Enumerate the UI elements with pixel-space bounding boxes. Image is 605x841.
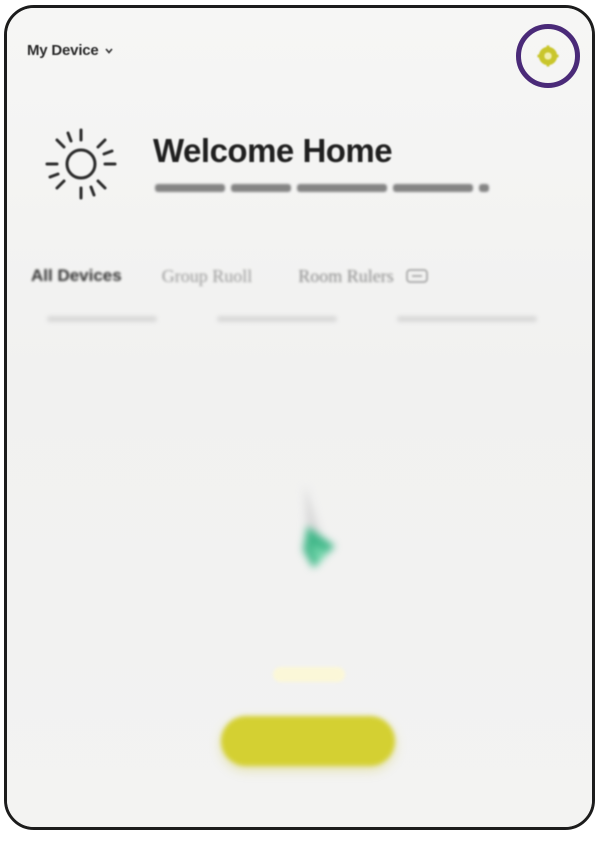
more-tabs-icon[interactable] xyxy=(406,268,428,284)
app-screen: My Device Welcome Home All Devices Group… xyxy=(7,8,592,827)
tab-subtitles xyxy=(47,316,567,330)
device-tabs: All Devices Group Ruoll Room Rulers xyxy=(31,258,591,294)
tab-group[interactable]: Group Ruoll xyxy=(162,266,253,287)
gear-icon xyxy=(537,45,559,67)
welcome-subtitle xyxy=(155,180,505,196)
chevron-down-icon xyxy=(104,47,113,54)
add-device-button[interactable] xyxy=(221,716,395,766)
device-selector-label: My Device xyxy=(27,42,99,59)
empty-devices-illustration xyxy=(303,486,335,568)
welcome-title: Welcome Home xyxy=(153,132,393,169)
settings-button[interactable] xyxy=(516,24,580,88)
tab-all-devices[interactable]: All Devices xyxy=(31,266,122,286)
device-frame: My Device Welcome Home All Devices Group… xyxy=(4,5,595,830)
empty-state-caption-text xyxy=(272,666,346,682)
empty-state-caption xyxy=(239,664,379,684)
tab-room[interactable]: Room Rulers xyxy=(298,266,394,287)
add-device-button-label xyxy=(281,734,334,748)
device-selector[interactable]: My Device xyxy=(27,42,114,59)
sun-icon xyxy=(45,128,117,200)
